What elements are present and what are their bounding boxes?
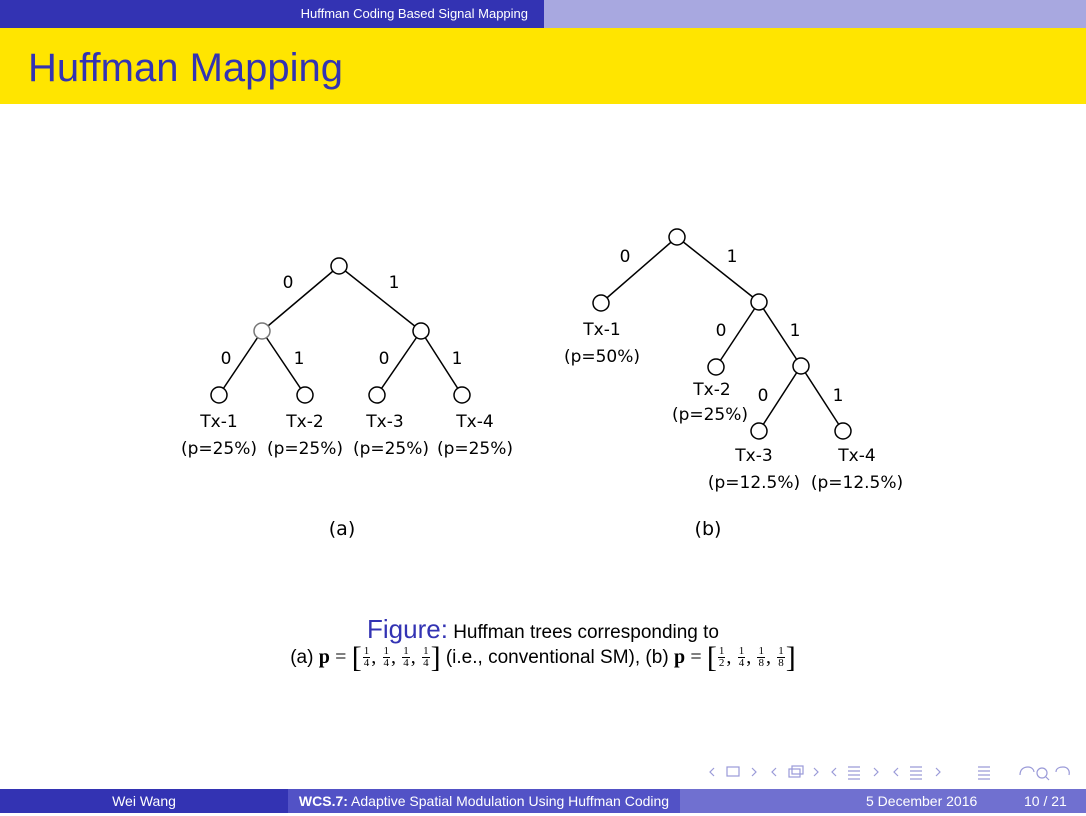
tree-b-node: [750, 293, 768, 311]
tree-a-edge-label: 1: [294, 349, 305, 369]
tree-a-leaf-prob: (p=25%): [267, 439, 343, 459]
tree-a-edge-label: 0: [379, 349, 390, 369]
fraction: 18: [777, 645, 785, 670]
footer-date: 5 December 2016: [866, 793, 978, 809]
tree-a-leaf-prob: (p=25%): [437, 439, 513, 459]
tree-a-leaf-name: Tx-2: [285, 412, 323, 432]
tree-b-leaf-name: Tx-1: [582, 320, 620, 340]
figure-label: Figure:: [367, 614, 448, 644]
caption-middle-text: (i.e., conventional SM), (b): [445, 647, 669, 668]
caption-vector-p: p: [318, 646, 330, 668]
caption-equals: =: [690, 646, 702, 668]
tree-a-node: [412, 322, 430, 340]
tree-a-leaf-node: [296, 386, 314, 404]
fraction: 12: [717, 645, 726, 670]
tree-a-leaf-prob: (p=25%): [181, 439, 257, 459]
tree-b-node: [792, 357, 810, 375]
fraction: 14: [422, 645, 430, 670]
nav-search-back-forward-icon[interactable]: [1019, 766, 1070, 781]
footer-author: Wei Wang: [0, 789, 288, 813]
bracket-right-icon: ]: [785, 640, 796, 674]
figure-caption-line-1: Figure: Huffman trees corresponding to: [0, 614, 1086, 645]
caption-equals: =: [335, 646, 347, 668]
footer-date-box: 5 December 2016 10 / 21: [680, 789, 1086, 813]
bracket-left-icon: [: [351, 640, 362, 674]
tree-b-leaf-node: [592, 294, 610, 312]
footer-short-title: WCS.7:: [298, 793, 348, 809]
tree-b-leaf-name: Tx-2: [692, 380, 730, 400]
tree-b-leaf-prob: (p=50%): [564, 347, 640, 367]
nav-section-icon[interactable]: [893, 766, 941, 780]
footer-page-number: 10 / 21: [1024, 793, 1067, 809]
huffman-trees-figure: 0 1 0 1 0 1 Tx-1 Tx-2 Tx-3 Tx-4 (p=25%) …: [181, 228, 903, 540]
caption-part-a-prefix: (a): [290, 647, 314, 668]
tree-b-edge-label: 1: [833, 386, 844, 406]
headline-left: Huffman Coding Based Signal Mapping: [0, 0, 544, 28]
tree-b-edge: [676, 236, 760, 303]
headline-right: [544, 0, 1086, 28]
tree-a-edge: [261, 265, 340, 332]
tree-a-leaf-prob: (p=25%): [353, 439, 429, 459]
tree-a-leaf-name: Tx-4: [455, 412, 493, 432]
tree-a-edge-label: 0: [283, 273, 294, 293]
figure-caption-text: Huffman trees corresponding to: [453, 622, 719, 643]
tree-b-edge-label: 0: [758, 386, 769, 406]
tree-b-edge: [600, 236, 678, 304]
footer-talk-title: Adaptive Spatial Modulation Using Huffma…: [351, 793, 670, 809]
nav-slide-icon[interactable]: [709, 766, 757, 777]
tree-b-leaf-name: Tx-4: [837, 446, 875, 466]
title-bar: Huffman Mapping: [0, 28, 1086, 104]
tree-b-leaf-prob: (p=12.5%): [811, 473, 903, 493]
tree-a-leaf-node: [368, 386, 386, 404]
tree-a-root-node: [330, 257, 348, 275]
tree-b-edge-label: 0: [716, 321, 727, 341]
tree-b-leaf-prob: (p=25%): [672, 405, 748, 425]
nav-document-icon[interactable]: [978, 766, 990, 780]
tree-b-leaf-name: Tx-3: [734, 446, 772, 466]
nav-subsection-icon[interactable]: [831, 766, 879, 780]
tree-a-labels: 0 1 0 1 0 1 Tx-1 Tx-2 Tx-3 Tx-4 (p=25%) …: [181, 273, 513, 540]
tree-a-nodes: [210, 257, 471, 404]
footer-title-box: WCS.7: Adaptive Spatial Modulation Using…: [288, 789, 680, 813]
tree-b-edge-label: 1: [790, 321, 801, 341]
fraction: 14: [362, 645, 371, 670]
tree-b-root-node: [668, 228, 686, 246]
tree-a-edge-label: 0: [221, 349, 232, 369]
tree-a-node: [253, 322, 271, 340]
tree-b-caption: (b): [695, 518, 722, 540]
fraction: 14: [382, 645, 390, 670]
caption-vector-p: p: [673, 646, 686, 668]
tree-a-leaf-node: [453, 386, 471, 404]
tree-a-edge-label: 1: [452, 349, 463, 369]
tree-a-edge: [338, 265, 422, 332]
bracket-right-icon: ]: [430, 640, 441, 674]
tree-b-edge-label: 0: [620, 247, 631, 267]
fraction: 18: [757, 645, 765, 670]
tree-b-leaf-node: [750, 422, 768, 440]
nav-frame-icon[interactable]: [771, 765, 819, 778]
tree-a-edge-label: 1: [389, 273, 400, 293]
section-title[interactable]: Huffman Coding Based Signal Mapping: [301, 6, 528, 21]
tree-b-leaf-node: [834, 422, 852, 440]
tree-a-leaf-node: [210, 386, 228, 404]
tree-a-leaf-name: Tx-1: [199, 412, 237, 432]
tree-a-leaf-name: Tx-3: [365, 412, 403, 432]
tree-a-caption: (a): [329, 518, 355, 540]
bracket-left-icon: [: [706, 640, 717, 674]
tree-b-leaf-node: [707, 358, 725, 376]
tree-b-edge-label: 1: [727, 247, 738, 267]
beamer-navigation-symbols: [709, 765, 1070, 781]
headline-bar: Huffman Coding Based Signal Mapping: [0, 0, 1086, 28]
fraction: 14: [402, 645, 410, 670]
slide-title: Huffman Mapping: [28, 46, 343, 90]
figure-caption-line-2: (a) p = [1 4, 14, 14, 1 4] (i.e., conventi…: [290, 640, 796, 674]
fraction: 14: [737, 645, 746, 670]
footline: Wei Wang WCS.7: Adaptive Spatial Modulat…: [0, 789, 1086, 813]
tree-b-leaf-prob: (p=12.5%): [708, 473, 800, 493]
